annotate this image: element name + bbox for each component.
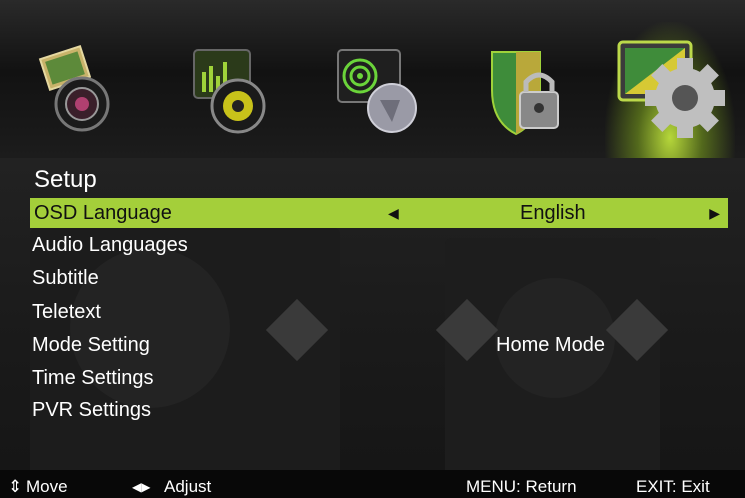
background-diamond bbox=[435, 298, 499, 362]
sound-speaker-icon bbox=[193, 49, 266, 134]
menu-icon-bar bbox=[0, 0, 745, 158]
tab-channel[interactable] bbox=[330, 42, 430, 142]
menu-item-osd-language[interactable]: OSD Language ◀ English ▶ bbox=[30, 198, 728, 228]
menu-item-audio-languages[interactable]: Audio Languages bbox=[32, 230, 188, 260]
setup-gear-icon bbox=[617, 40, 725, 138]
leftright-arrows-icon: ◀▶ bbox=[132, 480, 151, 494]
menu-title: Setup bbox=[34, 166, 97, 193]
help-move-label: Move bbox=[26, 477, 68, 496]
tab-setup[interactable] bbox=[605, 22, 735, 158]
menu-item-label: OSD Language bbox=[34, 202, 172, 224]
setup-menu: Setup OSD Language ◀ English ▶ Audio Lan… bbox=[0, 158, 745, 478]
menu-item-time-settings[interactable]: Time Settings bbox=[32, 363, 154, 393]
updown-arrows-icon: ⇕ bbox=[8, 477, 23, 496]
arrow-right-icon[interactable]: ▶ bbox=[709, 198, 720, 228]
background-diamond bbox=[265, 298, 329, 362]
tab-picture[interactable] bbox=[22, 42, 122, 142]
menu-item-teletext[interactable]: Teletext bbox=[32, 297, 101, 327]
lock-shield-icon bbox=[491, 51, 559, 136]
menu-item-mode-setting[interactable]: Mode Setting bbox=[32, 330, 150, 360]
channel-satellite-icon bbox=[337, 49, 417, 133]
menu-item-subtitle[interactable]: Subtitle bbox=[32, 263, 99, 293]
tv-osd-screen: Setup OSD Language ◀ English ▶ Audio Lan… bbox=[0, 0, 745, 498]
help-menu-label: MENU: Return bbox=[466, 477, 577, 496]
menu-item-pvr-settings[interactable]: PVR Settings bbox=[32, 395, 151, 425]
osd-language-value: English bbox=[520, 202, 586, 224]
help-bar: ⇕ Move ◀▶ Adjust MENU: Return EXIT: Exit bbox=[0, 470, 745, 498]
picture-camera-icon bbox=[38, 45, 110, 132]
help-exit-label: EXIT: Exit bbox=[636, 477, 710, 496]
background-diamond bbox=[605, 298, 669, 362]
mode-setting-value: Home Mode bbox=[496, 334, 605, 356]
arrow-left-icon[interactable]: ◀ bbox=[388, 198, 399, 228]
tab-sound[interactable] bbox=[180, 42, 280, 142]
help-adjust-label: Adjust bbox=[164, 477, 212, 496]
tab-lock[interactable] bbox=[482, 42, 582, 142]
